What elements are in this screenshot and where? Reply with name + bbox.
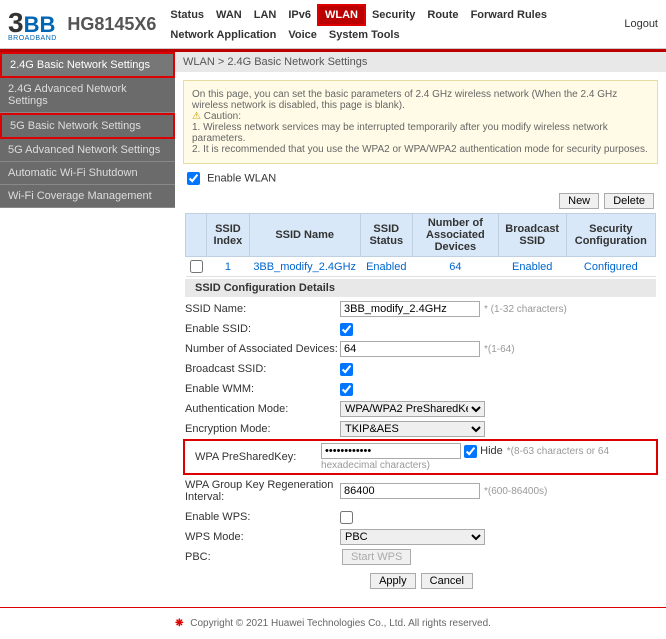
auth-label: Authentication Mode:: [185, 401, 340, 417]
hide-label: Hide: [480, 445, 503, 457]
cell-idx: 1: [207, 257, 250, 277]
num-assoc-input[interactable]: [340, 341, 480, 357]
nav-lan[interactable]: LAN: [248, 6, 283, 24]
ssid-name-hint: * (1-32 characters): [484, 304, 567, 315]
caution-icon: ⚠: [192, 111, 201, 122]
nav-netapp[interactable]: Network Application: [164, 26, 282, 44]
sidebar-item-coverage[interactable]: Wi-Fi Coverage Management: [0, 185, 175, 208]
main-panel: WLAN > 2.4G Basic Network Settings On th…: [175, 52, 666, 599]
th-ssid-index: SSID Index: [207, 214, 250, 257]
sidebar-item-24g-basic[interactable]: 2.4G Basic Network Settings: [0, 52, 175, 78]
nav-ipv6[interactable]: IPv6: [282, 6, 317, 24]
cell-sec: Configured: [566, 257, 655, 277]
wmm-checkbox[interactable]: [340, 383, 353, 396]
nav-wan[interactable]: WAN: [210, 6, 248, 24]
footer: ❋ Copyright © 2021 Huawei Technologies C…: [0, 607, 666, 639]
cancel-button[interactable]: Cancel: [421, 573, 473, 589]
bcast-checkbox[interactable]: [340, 363, 353, 376]
new-button[interactable]: New: [559, 193, 599, 209]
nav-status[interactable]: Status: [164, 6, 210, 24]
num-assoc-hint: *(1-64): [484, 344, 515, 355]
th-num-assoc: Number of Associated Devices: [412, 214, 498, 257]
nav-route[interactable]: Route: [421, 6, 464, 24]
enable-wlan-checkbox[interactable]: [187, 172, 200, 185]
ssid-table: SSID Index SSID Name SSID Status Number …: [185, 213, 656, 277]
wmm-label: Enable WMM:: [185, 381, 340, 397]
logo: 3 BB BROADBAND: [8, 7, 67, 42]
logo-sub: BROADBAND: [8, 35, 67, 42]
huawei-icon: ❋: [175, 618, 183, 629]
enable-ssid-checkbox[interactable]: [340, 323, 353, 336]
nav-forward[interactable]: Forward Rules: [465, 6, 553, 24]
cell-status: Enabled: [360, 257, 412, 277]
cell-num: 64: [412, 257, 498, 277]
cell-bcast: Enabled: [498, 257, 566, 277]
enc-label: Encryption Mode:: [185, 421, 340, 437]
enable-wlan-label: Enable WLAN: [207, 172, 276, 184]
row-checkbox[interactable]: [190, 260, 203, 273]
info-line1: On this page, you can set the basic para…: [192, 89, 649, 111]
breadcrumb: WLAN > 2.4G Basic Network Settings: [175, 52, 666, 72]
copyright: Copyright © 2021 Huawei Technologies Co.…: [190, 618, 491, 629]
bcast-label: Broadcast SSID:: [185, 361, 340, 377]
enc-select[interactable]: TKIP&AES: [340, 421, 485, 437]
th-ssid-name: SSID Name: [249, 214, 360, 257]
th-security: Security Configuration: [566, 214, 655, 257]
logo-bb: BB: [24, 12, 56, 38]
ssid-name-input[interactable]: [340, 301, 480, 317]
nav-systools[interactable]: System Tools: [323, 26, 406, 44]
logo-3: 3: [8, 7, 24, 39]
wpsmode-select[interactable]: PBC: [340, 529, 485, 545]
sidebar-item-5g-adv[interactable]: 5G Advanced Network Settings: [0, 139, 175, 162]
caution-1: 1. Wireless network services may be inte…: [192, 122, 649, 144]
ssid-name-label: SSID Name:: [185, 301, 340, 317]
nav-security[interactable]: Security: [366, 6, 421, 24]
start-wps-button[interactable]: Start WPS: [342, 549, 411, 565]
wps-label: Enable WPS:: [185, 509, 340, 525]
header: 3 BB BROADBAND HG8145X6 Status WAN LAN I…: [0, 0, 666, 49]
caution-label: Caution:: [204, 111, 241, 122]
table-row[interactable]: 1 3BB_modify_2.4GHz Enabled 64 Enabled C…: [186, 257, 656, 277]
nav-voice[interactable]: Voice: [282, 26, 323, 44]
auth-select[interactable]: WPA/WPA2 PreSharedKey: [340, 401, 485, 417]
hide-checkbox[interactable]: [464, 445, 477, 458]
model-title: HG8145X6: [67, 14, 156, 35]
nav-wlan[interactable]: WLAN: [317, 4, 366, 26]
top-nav: Status WAN LAN IPv6 WLAN Security Route …: [164, 4, 624, 44]
section-header: SSID Configuration Details: [185, 279, 656, 297]
regen-input[interactable]: [340, 483, 480, 499]
th-ssid-status: SSID Status: [360, 214, 412, 257]
apply-button[interactable]: Apply: [370, 573, 416, 589]
wps-checkbox[interactable]: [340, 511, 353, 524]
delete-button[interactable]: Delete: [604, 193, 654, 209]
info-box: On this page, you can set the basic para…: [183, 80, 658, 164]
num-assoc-label: Number of Associated Devices:: [185, 341, 340, 357]
enable-ssid-label: Enable SSID:: [185, 321, 340, 337]
logout-link[interactable]: Logout: [624, 18, 658, 30]
pbc-label: PBC:: [185, 549, 340, 565]
sidebar-item-24g-adv[interactable]: 2.4G Advanced Network Settings: [0, 78, 175, 113]
regen-label: WPA Group Key Regeneration Interval:: [185, 477, 340, 505]
sidebar-item-5g-basic[interactable]: 5G Basic Network Settings: [0, 113, 175, 139]
wpsmode-label: WPS Mode:: [185, 529, 340, 545]
psk-label: WPA PreSharedKey:: [195, 449, 321, 465]
th-bcast: Broadcast SSID: [498, 214, 566, 257]
regen-hint: *(600-86400s): [484, 486, 547, 497]
cell-name: 3BB_modify_2.4GHz: [249, 257, 360, 277]
sidebar: 2.4G Basic Network Settings 2.4G Advance…: [0, 52, 175, 599]
caution-2: 2. It is recommended that you use the WP…: [192, 144, 649, 155]
psk-input[interactable]: [321, 443, 461, 459]
sidebar-item-auto-shutdown[interactable]: Automatic Wi-Fi Shutdown: [0, 162, 175, 185]
